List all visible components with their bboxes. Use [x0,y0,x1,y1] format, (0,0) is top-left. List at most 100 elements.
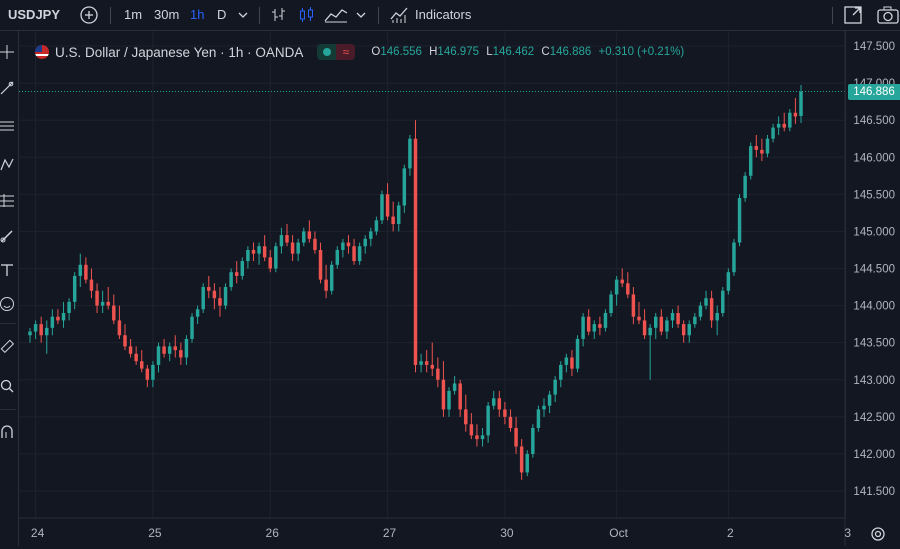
candle [162,338,166,358]
candle [609,290,613,317]
candle-body [329,264,334,291]
candle [128,338,133,358]
snapshot-icon[interactable] [842,0,864,30]
candle-body [234,272,239,276]
chevron-down-icon[interactable] [354,0,368,30]
candle-body [464,409,468,425]
candle [72,272,77,310]
indicators-icon[interactable] [389,0,411,30]
candle [648,324,652,380]
candle [659,309,664,336]
candle-body [508,416,513,428]
settings-icon[interactable] [868,524,888,544]
candle-body [179,350,183,358]
candle-body [771,127,775,139]
fib-icon[interactable] [0,117,16,135]
area-style-icon[interactable] [323,0,349,30]
candle-body [486,405,490,436]
candle-body [296,242,300,254]
zoom-icon[interactable] [0,377,16,395]
candle [754,135,759,158]
candle [581,313,585,347]
candle [603,309,608,332]
candle-body [285,235,289,243]
candle [385,183,390,221]
crosshair-icon[interactable] [0,43,16,61]
projection-icon[interactable] [0,191,16,209]
magnet-icon[interactable] [0,423,16,441]
candle [620,268,624,288]
candle-body [262,246,267,258]
brush-icon[interactable] [0,227,16,245]
candle-body [654,316,658,328]
candle [681,320,686,343]
price-tick-label: 146.500 [853,115,895,127]
candle-body [559,364,563,380]
candle-body [525,453,529,473]
symbol-search[interactable]: USDJPY [8,0,60,30]
text-icon[interactable] [0,261,16,279]
interval-d[interactable]: D [217,0,226,30]
pattern-icon[interactable] [0,155,16,173]
candle [732,238,736,276]
candle-body [78,264,83,276]
candle [788,109,792,132]
candle [262,235,267,262]
indicators-button[interactable]: Indicators [415,0,471,30]
candle-body [123,335,127,347]
emoji-icon[interactable] [0,295,16,313]
candle-body [218,298,222,306]
candle-body [229,272,233,288]
candle [391,201,395,232]
candle [45,320,49,354]
interval-30m[interactable]: 30m [154,0,179,30]
add-symbol-icon[interactable] [78,0,100,30]
candle-body [346,242,351,247]
candle [50,309,55,336]
candle [335,246,340,269]
candle [346,235,351,254]
camera-icon[interactable] [876,0,900,30]
candle-body [324,279,328,291]
interval-1m[interactable]: 1m [124,0,142,30]
time-axis[interactable]: 24 25 26 27 30 Oct 2 3 [19,517,851,540]
candle [693,313,697,328]
candle-body [246,249,250,262]
candle-body [626,283,630,295]
candle-style-icon[interactable] [296,0,318,30]
candle [698,301,703,321]
candle-body [39,324,43,336]
candle-body [642,320,647,336]
market-status-pill[interactable]: ≈ [317,44,356,60]
candle [491,390,496,410]
candle [251,242,256,262]
interval-1h[interactable]: 1h [190,0,204,30]
price-chart[interactable]: 147.500147.000146.500146.000145.500145.0… [0,0,900,546]
candle-body [28,331,32,336]
price-tick-label: 143.500 [853,338,895,350]
candle [324,264,328,299]
candle-body [598,324,602,328]
candle [117,305,122,339]
candle [100,290,105,313]
chevron-down-icon[interactable] [236,0,250,30]
candle-body [56,316,60,321]
ruler-icon[interactable] [0,337,16,355]
candle-body [268,257,272,269]
candle-body [50,316,55,328]
candle-body [212,290,217,299]
bar-style-icon[interactable] [268,0,290,30]
candle [559,361,563,388]
candle-body [33,324,38,332]
candle [78,253,83,288]
candle-body [776,123,781,128]
candle [531,424,535,458]
candle [799,84,803,123]
symbol-title[interactable]: U.S. Dollar / Japanese Yen · 1h · OANDA [55,45,303,60]
candle-body [436,368,440,380]
price-axis[interactable]: 147.500147.000146.500146.000145.500145.0… [844,31,895,546]
candle-body [726,272,731,291]
candle [140,350,144,373]
trend-line-icon[interactable] [0,79,16,97]
candle [458,379,462,417]
